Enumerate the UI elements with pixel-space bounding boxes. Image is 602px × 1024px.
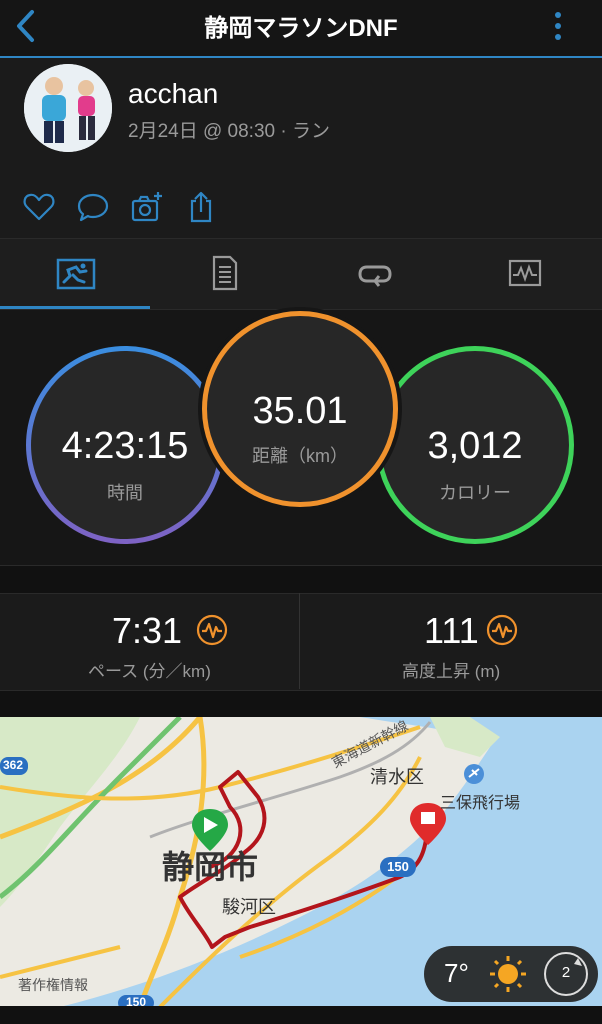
distance-value: 35.01 [252,390,348,432]
tab-bar [0,239,602,310]
map-label-suruga: 駿河区 [222,897,276,917]
tab-charts[interactable] [450,239,600,309]
app-header: 静岡マラソンDNF [0,0,602,58]
wind-speed: 2 [561,964,571,981]
stats-divider [299,593,300,689]
airport-icon [464,764,484,784]
bottom-edge [0,1006,602,1024]
elevation-value: 111 [424,610,479,651]
action-bar [0,176,602,239]
activity-profile: acchan 2月24日 @ 08:30 · ラン [0,58,602,177]
details-document-icon [212,255,238,291]
tab-details[interactable] [150,239,300,309]
avatar[interactable] [24,64,112,152]
route-shield-362: 362 [2,758,24,772]
charts-graph-icon [508,259,542,287]
active-tab-indicator [0,306,150,309]
distance-circle: 35.01 距離（km） [202,311,398,507]
temperature: 7° [444,958,469,988]
username[interactable]: acchan [128,78,218,110]
time-value: 4:23:15 [61,425,189,467]
map-label-shizuoka-city: 静岡市 [162,849,259,885]
summary-runner-icon [56,258,96,290]
tab-summary[interactable] [0,239,150,309]
elevation-trend-icon[interactable] [486,614,518,646]
time-circle: 4:23:15 時間 [26,346,224,544]
like-heart-icon[interactable] [22,190,56,224]
distance-label: 距離（km） [252,446,348,466]
activity-date-type: 2月24日 @ 08:30 · ラン [128,121,330,142]
calories-label: カロリー [439,483,511,503]
avatar-runners-illustration [24,64,112,152]
more-vertical-icon[interactable] [548,6,568,46]
map-label-shimizu: 清水区 [370,767,424,787]
weather-widget[interactable]: 7° 2 [424,946,598,1002]
calories-circle: 3,012 カロリー [376,346,574,544]
laps-loop-icon [358,265,392,287]
sun-icon [490,956,526,992]
page-title: 静岡マラソンDNF [204,15,398,42]
time-label: 時間 [107,483,143,503]
pace-label: ペース (分／km) [88,662,211,681]
map-label-airport: 三保飛行場 [440,795,521,812]
route-shield-150: 150 [387,859,409,874]
tab-laps[interactable] [300,239,450,309]
calories-value: 3,012 [427,425,523,467]
pace-trend-icon[interactable] [196,614,228,646]
add-photo-camera-icon[interactable] [130,190,164,224]
comment-bubble-icon[interactable] [76,190,110,224]
map-copyright-link[interactable]: 著作権情報 [18,975,88,995]
pace-value: 7:31 [112,610,183,651]
elevation-label: 高度上昇 (m) [402,662,501,681]
share-icon[interactable] [184,190,218,224]
